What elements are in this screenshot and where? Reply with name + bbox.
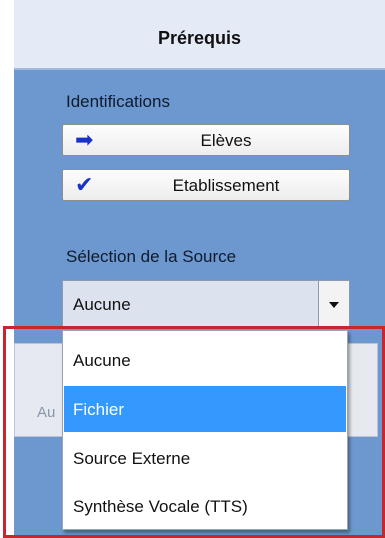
eleves-button-label: Elèves <box>200 131 252 150</box>
identifications-label: Identifications <box>66 92 170 111</box>
etablissement-button-label: Etablissement <box>172 176 280 195</box>
source-dropdown-list: Aucune Fichier Source Externe Synthèse V… <box>62 330 348 530</box>
panel-header: Prérequis <box>14 0 385 70</box>
option-aucune[interactable]: Aucune <box>64 337 346 383</box>
chevron-down-icon[interactable] <box>318 281 349 327</box>
eleves-button[interactable]: ➡ Elèves <box>62 124 350 156</box>
source-selected-value: Aucune <box>73 295 131 314</box>
option-fichier[interactable]: Fichier <box>64 386 346 432</box>
panel-title: Prérequis <box>157 28 242 48</box>
source-combobox[interactable]: Aucune <box>62 280 350 328</box>
option-source-externe[interactable]: Source Externe <box>64 435 346 481</box>
background-panel-text: Au <box>37 404 56 421</box>
checkmark-icon: ✔ <box>75 172 94 197</box>
option-label: Aucune <box>73 351 131 370</box>
right-arrow-icon: ➡ <box>75 127 94 152</box>
option-label: Synthèse Vocale (TTS) <box>73 497 248 516</box>
option-label: Source Externe <box>73 449 191 468</box>
option-synthese-vocale[interactable]: Synthèse Vocale (TTS) <box>64 483 346 529</box>
option-label: Fichier <box>73 400 125 419</box>
etablissement-button[interactable]: ✔ Etablissement <box>62 169 350 201</box>
source-selection-label: Sélection de la Source <box>66 247 237 266</box>
